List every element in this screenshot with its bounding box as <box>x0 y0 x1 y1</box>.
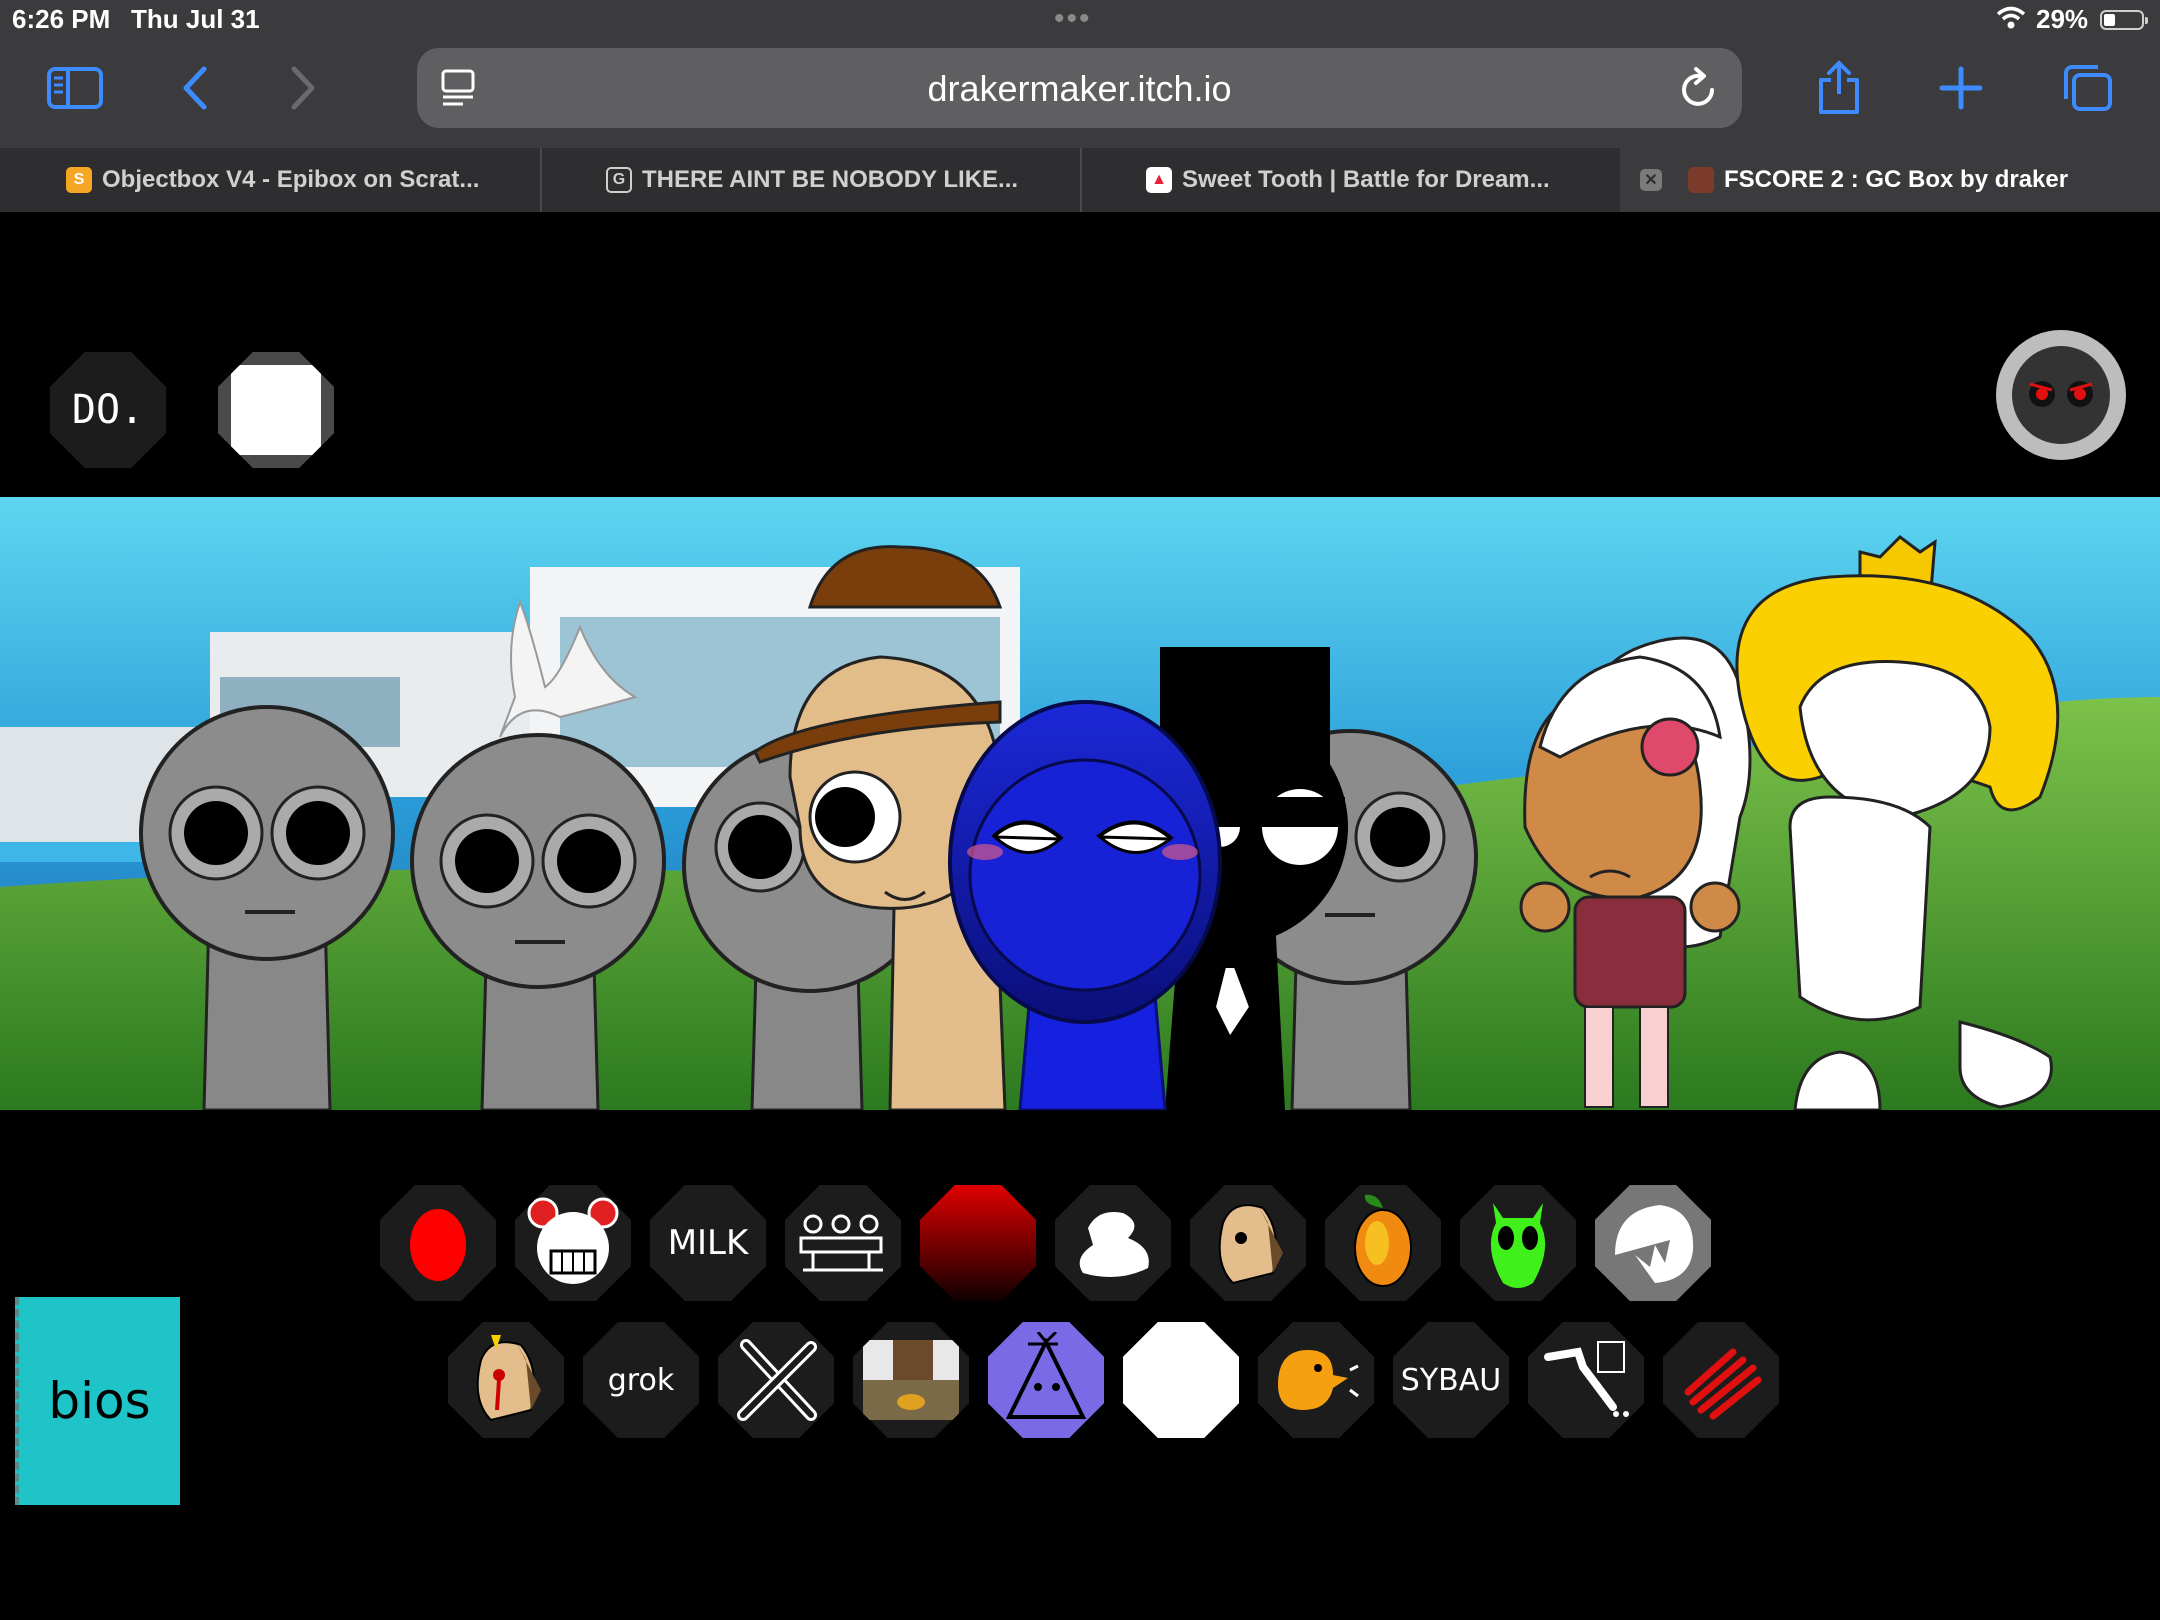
share-icon <box>1819 60 1859 114</box>
status-date: Thu Jul 31 <box>131 4 260 34</box>
mouse-face-icon <box>527 1197 619 1284</box>
bios-label: bios <box>48 1372 151 1430</box>
plus-icon <box>1939 66 1983 110</box>
stop-button[interactable] <box>218 352 334 468</box>
sound-icon-orange-bird[interactable] <box>1258 1322 1374 1438</box>
sound-icon-horse[interactable] <box>1190 1185 1306 1301</box>
tab-title: THERE AINT BE NOBODY LIKE... <box>642 166 1019 193</box>
gcbox-icon <box>1688 167 1714 193</box>
do-button[interactable]: DO. <box>50 352 166 468</box>
mango-icon <box>1354 1194 1412 1287</box>
reload-icon[interactable] <box>1678 66 1720 110</box>
tab-divider <box>1080 148 1082 212</box>
sybau-label: SYBAU <box>1400 1362 1502 1398</box>
sidebar-toggle-button[interactable] <box>40 56 110 120</box>
url-text: drakermaker.itch.io <box>927 68 1232 109</box>
green-alien-icon <box>1490 1203 1546 1288</box>
grok-label: grok <box>607 1362 675 1398</box>
sound-icon-red-scratches[interactable] <box>1663 1322 1779 1438</box>
game-stage <box>0 497 2160 1110</box>
bleeding-horse-icon <box>476 1335 541 1422</box>
tab-divider <box>540 148 542 212</box>
white-blob-icon <box>1079 1212 1149 1277</box>
g-icon: G <box>606 167 632 193</box>
pixel-photo-icon <box>863 1340 959 1420</box>
stop-square-icon <box>231 365 321 455</box>
new-tab-button[interactable] <box>1926 56 1996 120</box>
red-egg-icon <box>410 1209 466 1281</box>
machine-doodle-icon <box>799 1214 883 1272</box>
sidebar-icon <box>47 67 103 109</box>
sound-icon-mango[interactable] <box>1325 1185 1441 1301</box>
chevron-right-icon <box>291 66 315 110</box>
share-button[interactable] <box>1804 56 1874 120</box>
nail-doodle-icon <box>1544 1341 1629 1417</box>
back-button[interactable] <box>160 56 230 120</box>
sound-icon-alien[interactable] <box>1460 1185 1576 1301</box>
sound-icon-white-blob[interactable] <box>1055 1185 1171 1301</box>
scratch-icon: S <box>66 167 92 193</box>
address-bar[interactable]: drakermaker.itch.io <box>417 48 1742 128</box>
wifi-icon <box>1996 6 2026 29</box>
tab-overview-button[interactable] <box>2052 56 2122 120</box>
tab-strip: S Objectbox V4 - Epibox on Scrat... G TH… <box>0 148 2160 212</box>
tabs-icon <box>2064 65 2112 111</box>
tab-title: Objectbox V4 - Epibox on Scrat... <box>102 166 480 193</box>
do-button-label: DO. <box>71 387 145 433</box>
milk-label: MILK <box>667 1223 749 1263</box>
sound-icon-sybau[interactable]: SYBAU <box>1393 1322 1509 1438</box>
fire-icon: ▲ <box>1146 167 1172 193</box>
tab-sweet-tooth[interactable]: ▲ Sweet Tooth | Battle for Dream... <box>1146 148 1596 212</box>
horse-face-icon <box>1218 1204 1283 1285</box>
orange-bird-icon <box>1278 1350 1359 1410</box>
dark-face-icon <box>2012 346 2110 444</box>
forward-button[interactable] <box>268 56 338 120</box>
close-tab-icon[interactable]: ✕ <box>1640 169 1662 191</box>
white-x-icon <box>737 1339 817 1421</box>
tab-objectbox[interactable]: S Objectbox V4 - Epibox on Scrat... <box>66 148 526 212</box>
sound-icon-nail[interactable] <box>1528 1322 1644 1438</box>
red-scratches-icon <box>1684 1348 1762 1420</box>
battery-icon <box>2100 10 2148 30</box>
sound-icon-milk[interactable]: MILK <box>650 1185 766 1301</box>
sound-icon-mouse-face[interactable] <box>515 1185 631 1301</box>
sound-icon-red-block[interactable] <box>920 1185 1036 1301</box>
sound-icon-bleeding-horse[interactable] <box>448 1322 564 1438</box>
sound-icon-white-octagon[interactable] <box>1123 1322 1239 1438</box>
battery-percent: 29% <box>2036 4 2089 34</box>
white-swirl-icon <box>1615 1205 1694 1283</box>
browser-toolbar: 6:26 PM Thu Jul 31 ••• 29% drakermaker.i… <box>0 0 2160 148</box>
sound-icon-red-egg[interactable] <box>380 1185 496 1301</box>
chevron-left-icon <box>183 66 207 110</box>
sound-icon-pixel-photo[interactable] <box>853 1322 969 1438</box>
tab-title: Sweet Tooth | Battle for Dream... <box>1182 166 1550 193</box>
bios-button[interactable]: bios <box>15 1297 180 1505</box>
sound-icon-white-swirl[interactable] <box>1595 1185 1711 1301</box>
tab-nobody-like[interactable]: G THERE AINT BE NOBODY LIKE... <box>606 148 1076 212</box>
sound-icon-machine[interactable] <box>785 1185 901 1301</box>
tab-title: FSCORE 2 : GC Box by draker <box>1724 166 2069 193</box>
character-menu-button[interactable] <box>1996 330 2126 460</box>
status-time: 6:26 PM <box>12 4 111 34</box>
sound-icon-grok[interactable]: grok <box>583 1322 699 1438</box>
tab-fscore[interactable]: ✕ FSCORE 2 : GC Box by draker <box>1620 148 2160 212</box>
multitasking-dots-icon[interactable]: ••• <box>1054 2 1092 36</box>
sound-icon-white-x[interactable] <box>718 1322 834 1438</box>
triangle-doodle-icon <box>1005 1332 1087 1419</box>
sound-icon-purple-triangle[interactable] <box>988 1322 1104 1438</box>
